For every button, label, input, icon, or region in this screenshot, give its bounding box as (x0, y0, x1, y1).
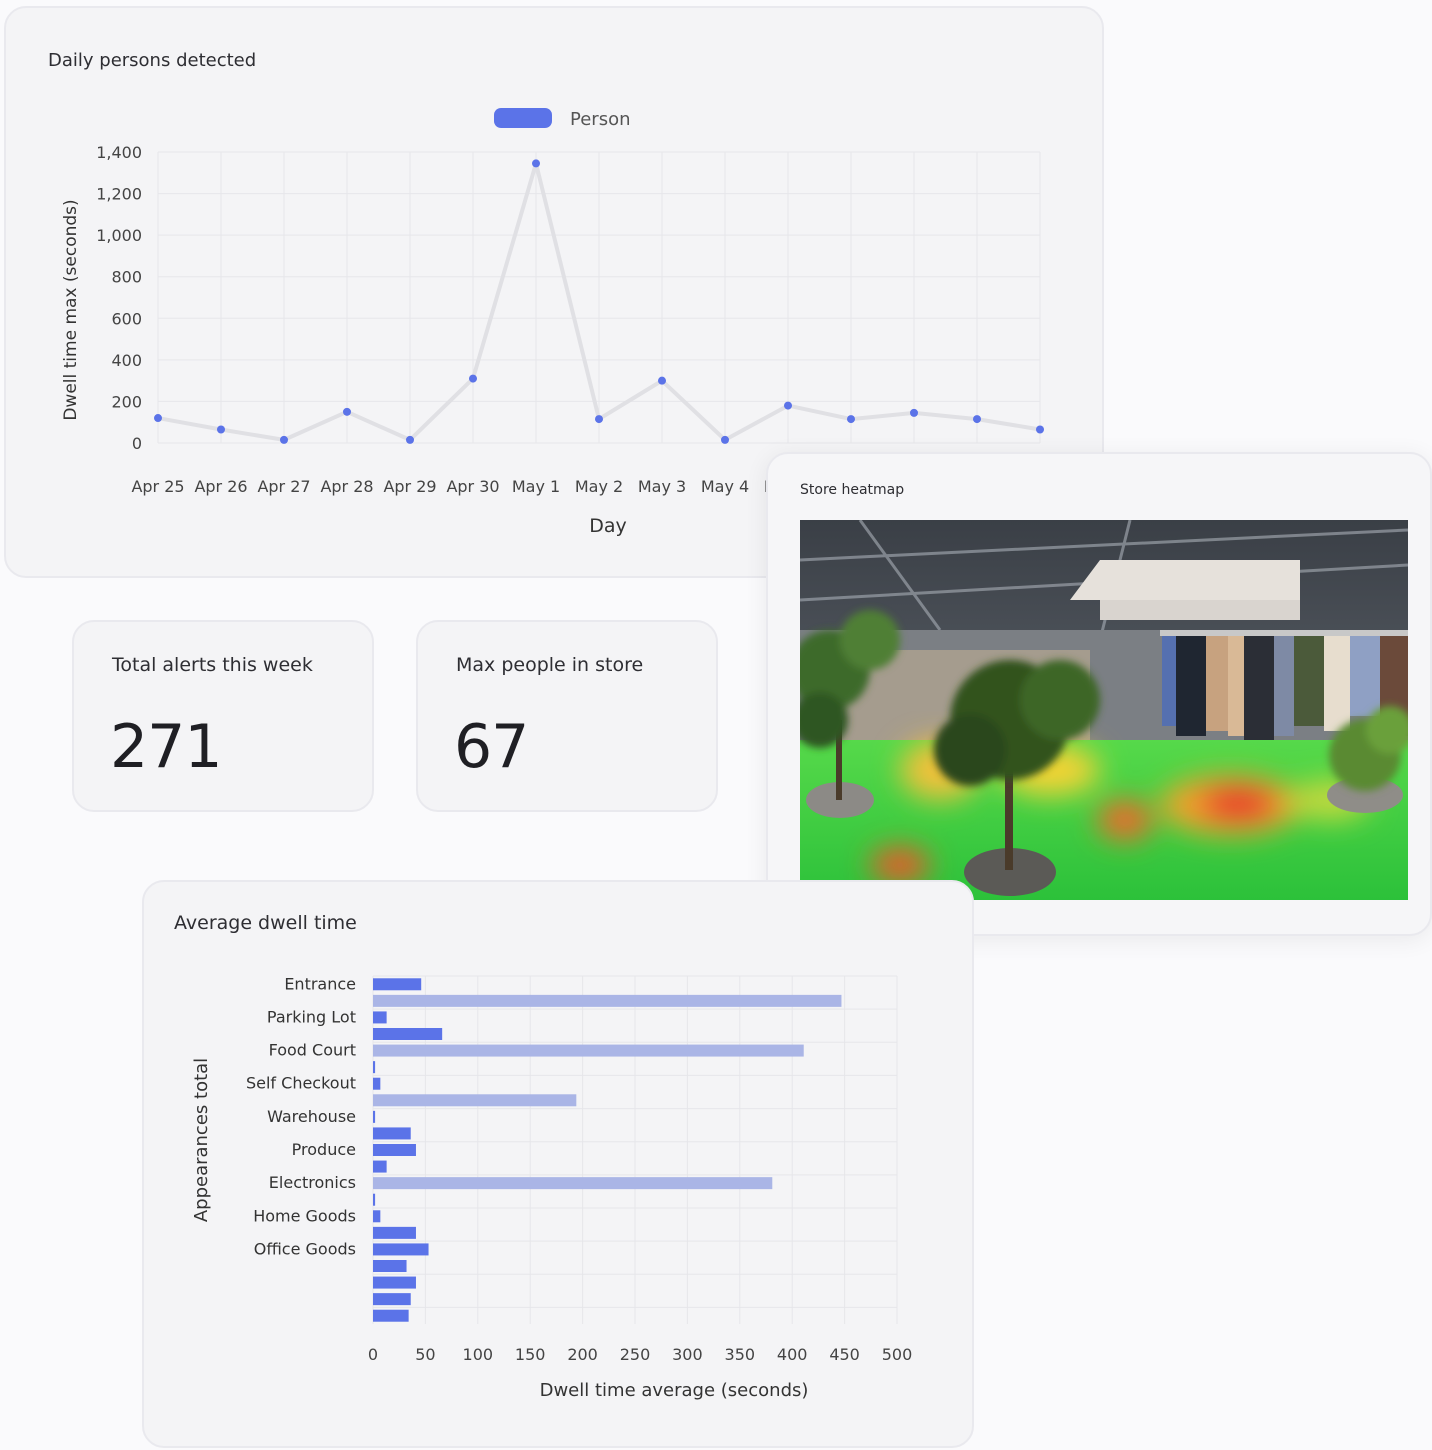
bar (373, 1260, 407, 1272)
x-axis-label: Day (589, 515, 627, 537)
bar (373, 1210, 381, 1223)
data-point (847, 415, 855, 424)
store-heatmap-panel: Store heatmap (766, 452, 1432, 936)
x-tick-label: Apr 25 (131, 477, 184, 496)
data-point (1036, 425, 1044, 434)
y-tick-label: 1,200 (96, 185, 142, 204)
y-axis-label: Appearances total (191, 1058, 212, 1222)
data-point (154, 414, 162, 423)
data-point (280, 435, 288, 444)
bar (373, 1094, 577, 1107)
x-tick-label: Apr 30 (446, 477, 499, 496)
bar (373, 1177, 773, 1190)
category-label: Parking Lot (267, 1007, 356, 1026)
data-point (721, 435, 729, 444)
category-label: Electronics (269, 1173, 356, 1192)
x-tick-label: 500 (882, 1345, 913, 1364)
bar (373, 1309, 409, 1322)
data-point (406, 435, 414, 444)
average-dwell-panel: Average dwell time 0 50 100 150 200 250 300 350… (142, 880, 974, 1448)
bar (373, 1028, 443, 1040)
bar (373, 1144, 416, 1156)
data-point (784, 401, 792, 410)
x-tick-label: May 4 (701, 477, 749, 496)
x-tick-label: Apr 26 (194, 477, 247, 496)
y-tick-label: 1,400 (96, 143, 142, 162)
x-tick-label: 100 (463, 1345, 494, 1364)
data-point (973, 415, 981, 424)
x-tick-label: 200 (567, 1345, 598, 1364)
stat-label: Max people in store (456, 654, 644, 676)
y-tick-label: 800 (111, 268, 142, 287)
legend-label: Person (570, 109, 631, 130)
category-label: Warehouse (267, 1107, 356, 1126)
x-tick-label: 400 (777, 1345, 808, 1364)
x-tick-label: 50 (415, 1345, 435, 1364)
x-tick-label: 350 (725, 1345, 756, 1364)
bar (373, 994, 842, 1007)
bar (373, 1193, 376, 1206)
stat-label: Total alerts this week (112, 654, 313, 676)
y-tick-label: 1,000 (96, 226, 142, 245)
x-tick-label: May 3 (638, 477, 686, 496)
x-tick-label: Apr 29 (383, 477, 436, 496)
bar (373, 1061, 376, 1074)
x-tick-label: 450 (829, 1345, 860, 1364)
category-label: Office Goods (254, 1239, 356, 1258)
bar (373, 1127, 411, 1140)
bar (373, 1160, 387, 1173)
data-point (343, 407, 351, 416)
bar (373, 1110, 376, 1123)
x-tick-label: May 2 (575, 477, 623, 496)
y-tick-label: 0 (132, 434, 142, 453)
bar (373, 1293, 411, 1306)
y-tick-label: 200 (111, 392, 142, 411)
stat-value: 271 (110, 712, 223, 782)
average-dwell-chart: 0 50 100 150 200 250 300 350 400 450 500 Entrance Pa… (191, 974, 913, 1401)
category-label: Food Court (269, 1041, 356, 1060)
data-point (658, 376, 666, 385)
store-heatmap-image (800, 520, 1408, 900)
category-label: Entrance (284, 974, 356, 993)
y-axis-label: Dwell time max (seconds) (61, 199, 81, 420)
data-point (595, 415, 603, 424)
category-label: Home Goods (253, 1206, 356, 1225)
x-tick-label: 300 (672, 1345, 703, 1364)
x-tick-label: 150 (515, 1345, 546, 1364)
category-label: Produce (292, 1140, 356, 1159)
x-tick-label: Apr 28 (320, 477, 373, 496)
x-tick-label: 250 (620, 1345, 651, 1364)
bar (373, 1226, 416, 1239)
bar (373, 1044, 804, 1057)
x-tick-label: 0 (368, 1345, 378, 1364)
bar (373, 1243, 429, 1256)
bar (373, 1276, 416, 1289)
bar (373, 1011, 387, 1024)
stat-card-alerts: Total alerts this week 271 (72, 620, 374, 812)
stat-card-max-people: Max people in store 67 (416, 620, 718, 812)
x-axis-label: Dwell time average (seconds) (540, 1380, 809, 1401)
data-point (469, 374, 477, 383)
x-tick-label: May 1 (512, 477, 560, 496)
x-tick-label: Apr 27 (257, 477, 310, 496)
bar (373, 978, 422, 991)
panel-title: Store heatmap (800, 482, 905, 498)
y-tick-label: 600 (111, 309, 142, 328)
y-tick-label: 400 (111, 351, 142, 370)
data-point (217, 425, 225, 434)
bar (373, 1077, 381, 1090)
data-point (910, 408, 918, 417)
data-point (532, 159, 540, 168)
stat-value: 67 (454, 712, 529, 782)
category-label: Self Checkout (246, 1074, 356, 1093)
legend-swatch (494, 108, 552, 128)
